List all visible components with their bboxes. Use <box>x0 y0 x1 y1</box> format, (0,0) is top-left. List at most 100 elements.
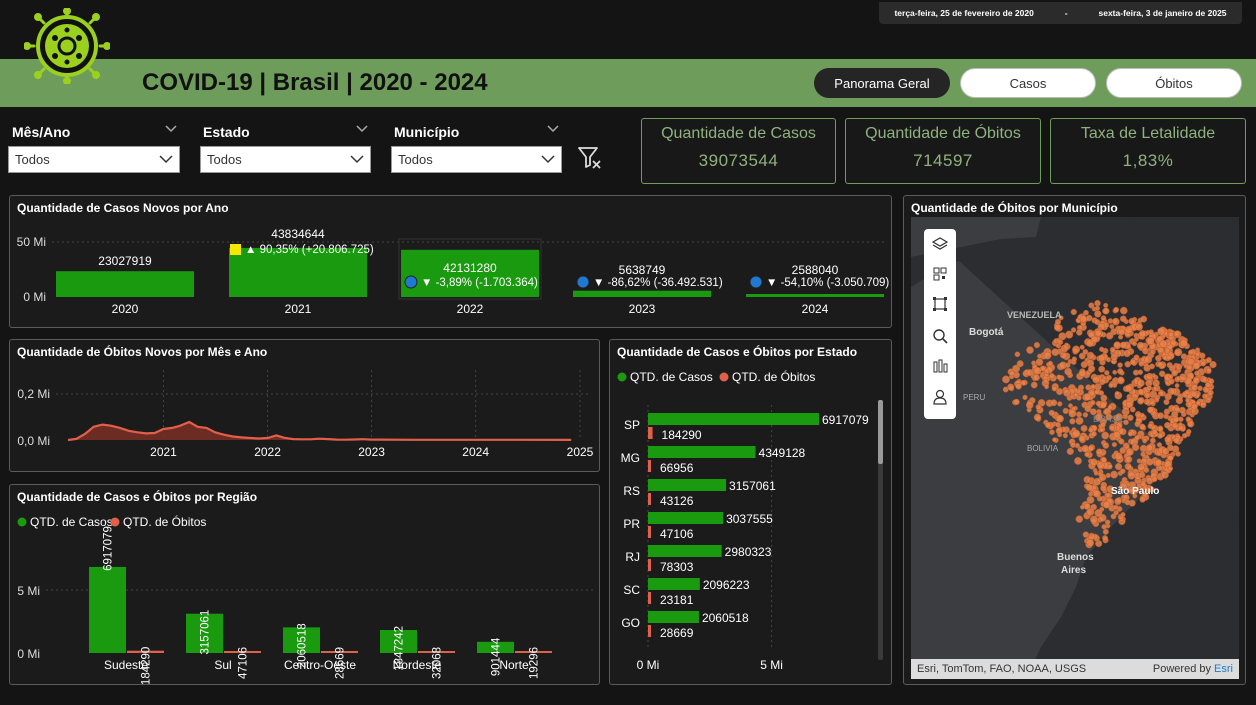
map-point[interactable] <box>1095 448 1103 456</box>
map-point[interactable] <box>1083 393 1092 401</box>
map-point[interactable] <box>1033 374 1040 381</box>
map-point[interactable] <box>1124 462 1132 471</box>
map-point[interactable] <box>1093 477 1102 486</box>
map-point[interactable] <box>1144 355 1153 364</box>
map-point[interactable] <box>1162 447 1170 455</box>
map-point[interactable] <box>1138 471 1146 479</box>
map-point[interactable] <box>1142 438 1148 444</box>
map-area[interactable]: VENEZUELA Bogotá PERU BOLIVIA BRASIL São… <box>911 217 1239 679</box>
map-point[interactable] <box>1151 476 1158 483</box>
map-point[interactable] <box>1151 429 1158 435</box>
map-point[interactable] <box>1157 346 1164 354</box>
map-point[interactable] <box>1149 437 1156 444</box>
layers-icon[interactable] <box>932 236 948 252</box>
map-point[interactable] <box>1002 375 1010 384</box>
map-point[interactable] <box>1123 349 1131 358</box>
map-point[interactable] <box>1102 528 1109 535</box>
map-point[interactable] <box>1164 347 1171 354</box>
map-point[interactable] <box>1118 334 1124 340</box>
map-point[interactable] <box>1055 421 1061 428</box>
map-point[interactable] <box>1134 411 1142 418</box>
map-point[interactable] <box>1157 412 1165 420</box>
map-point[interactable] <box>1086 495 1095 504</box>
map-point[interactable] <box>1087 445 1094 452</box>
map-point[interactable] <box>1098 365 1106 373</box>
map-point[interactable] <box>1070 442 1076 448</box>
map-point[interactable] <box>1186 428 1192 435</box>
map-point[interactable] <box>1056 388 1064 396</box>
map-point[interactable] <box>1194 370 1200 377</box>
map-point[interactable] <box>1174 348 1183 357</box>
map-point[interactable] <box>1052 437 1057 443</box>
map-point[interactable] <box>1108 382 1114 389</box>
map-point[interactable] <box>1137 369 1144 375</box>
map-point[interactable] <box>1110 353 1118 361</box>
map-point[interactable] <box>1134 434 1140 441</box>
map-point[interactable] <box>1043 351 1052 360</box>
map-point[interactable] <box>1100 315 1107 321</box>
map-point[interactable] <box>1069 418 1076 425</box>
map-point[interactable] <box>1133 336 1139 342</box>
map-point[interactable] <box>1103 302 1109 308</box>
map-point[interactable] <box>1177 424 1184 431</box>
map-point[interactable] <box>1102 535 1108 541</box>
map-point[interactable] <box>1035 404 1042 410</box>
qr-icon[interactable] <box>932 266 948 282</box>
map-point[interactable] <box>1155 354 1162 362</box>
map-point[interactable] <box>1109 425 1115 431</box>
chevron-down-icon[interactable] <box>164 124 178 134</box>
map-point[interactable] <box>1184 389 1190 395</box>
map-point[interactable] <box>1105 472 1111 479</box>
map-point[interactable] <box>1167 465 1174 472</box>
map-point[interactable] <box>1085 314 1093 322</box>
map-point[interactable] <box>1072 429 1081 438</box>
map-point[interactable] <box>1086 508 1095 516</box>
map-point[interactable] <box>1146 385 1153 391</box>
map-point[interactable] <box>1031 360 1037 366</box>
map-point[interactable] <box>1026 346 1034 354</box>
map-canvas[interactable]: VENEZUELA Bogotá PERU BOLIVIA BRASIL São… <box>911 217 1239 679</box>
map-point[interactable] <box>1114 452 1123 461</box>
map-point[interactable] <box>1120 341 1128 349</box>
map-point[interactable] <box>1166 354 1172 361</box>
date-range-strip[interactable]: terça-feira, 25 de fevereiro de 2020 - s… <box>879 2 1242 24</box>
map-point[interactable] <box>1119 315 1127 323</box>
map-point[interactable] <box>1074 456 1082 465</box>
map-point[interactable] <box>1105 357 1112 363</box>
clear-filter-icon[interactable] <box>577 145 603 171</box>
map-point[interactable] <box>1104 370 1110 376</box>
map-point[interactable] <box>1020 380 1027 386</box>
map-point[interactable] <box>1146 458 1154 466</box>
map-point[interactable] <box>1084 405 1092 413</box>
chevron-down-icon[interactable] <box>546 124 560 134</box>
map-point[interactable] <box>1129 406 1136 413</box>
map-point[interactable] <box>1090 335 1099 344</box>
map-point[interactable] <box>1157 327 1166 336</box>
map-point[interactable] <box>1050 399 1058 407</box>
map-point[interactable] <box>1208 378 1215 385</box>
map-point[interactable] <box>1107 318 1114 324</box>
map-point[interactable] <box>1100 484 1107 492</box>
map-point[interactable] <box>1090 399 1096 406</box>
select-icon[interactable] <box>932 296 948 312</box>
map-point[interactable] <box>1109 323 1115 330</box>
filter-state-dropdown[interactable]: Todos <box>200 146 371 173</box>
map-point[interactable] <box>1026 369 1034 377</box>
map-point[interactable] <box>1129 359 1137 366</box>
map-point[interactable] <box>1062 432 1068 439</box>
map-point[interactable] <box>1174 383 1180 389</box>
map-point[interactable] <box>1080 361 1088 369</box>
map-point[interactable] <box>1063 389 1071 397</box>
map-point[interactable] <box>1188 349 1194 355</box>
map-point[interactable] <box>1200 401 1207 409</box>
map-point[interactable] <box>1114 497 1122 506</box>
map-point[interactable] <box>1047 360 1054 367</box>
map-point[interactable] <box>1138 330 1147 338</box>
chart-icon[interactable] <box>932 358 948 374</box>
map-point[interactable] <box>1167 455 1174 462</box>
map-point[interactable] <box>1154 459 1162 467</box>
map-point[interactable] <box>1119 468 1126 475</box>
map-point[interactable] <box>1055 427 1063 435</box>
map-point[interactable] <box>1079 315 1088 323</box>
map-point[interactable] <box>1057 401 1063 407</box>
